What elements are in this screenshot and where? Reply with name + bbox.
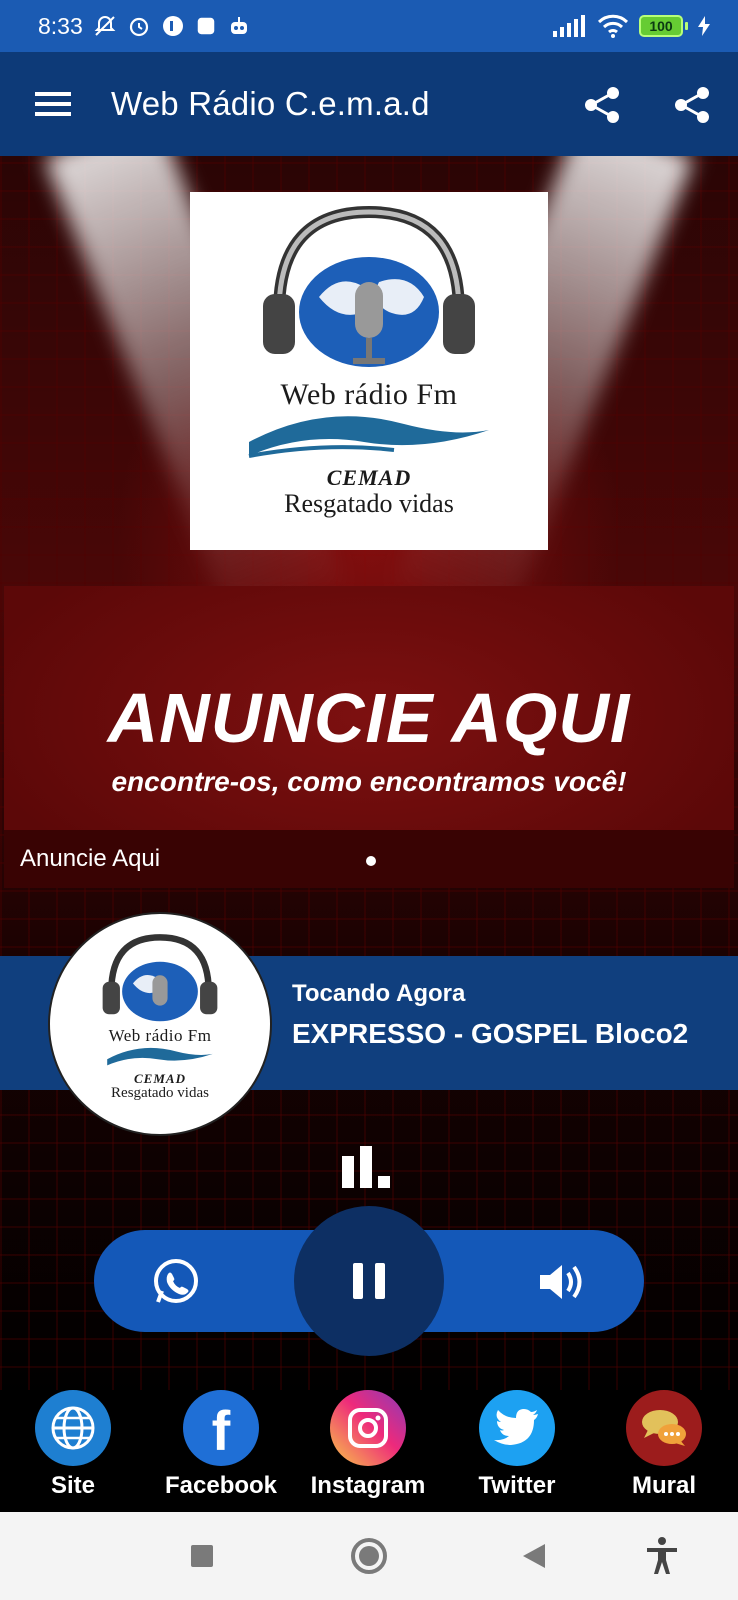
share-icon [675,87,709,123]
social-site[interactable]: Site [0,1390,148,1500]
wave-swoosh [248,416,489,458]
message-icon [197,17,215,35]
ad-headline: ANUNCIE AQUI [107,679,631,757]
social-facebook-label: Facebook [164,1472,278,1499]
social-instagram-label: Instagram [310,1472,426,1499]
share-icon [585,87,619,123]
globe-icon[interactable] [35,1390,111,1466]
hamburger-icon [35,92,71,116]
social-site-label: Site [50,1472,95,1499]
now-playing-label: Tocando Agora [292,980,466,1007]
now-playing-title: EXPRESSO - GOSPEL Bloco2 [292,1018,689,1049]
battery-icon: 100 [639,15,688,37]
app-notification-icon [162,16,183,36]
app-bar: Web Rádio C.e.m.a.d [0,52,738,156]
ad-banner[interactable]: ANUNCIE AQUI encontre-os, como encontram… [4,586,734,888]
ad-caption: Anuncie Aqui [20,845,161,872]
logo-line-3: Resgatado vidas [284,489,454,518]
equalizer-icon [342,1146,398,1188]
social-instagram[interactable]: Instagram [293,1390,443,1500]
logo-line-2: CEMAD [326,465,412,490]
alarm-icon [129,17,148,37]
pause-button[interactable] [294,1206,444,1356]
instagram-icon[interactable] [330,1390,406,1466]
headphones-globe-icon [263,205,475,367]
volume-icon [540,1265,582,1299]
whatsapp-button[interactable] [148,1254,204,1310]
menu-button[interactable] [33,84,73,124]
home-circle-icon [351,1538,387,1574]
chat-bubbles-icon[interactable] [626,1390,702,1466]
social-facebook[interactable]: f Facebook [146,1390,296,1500]
pause-icon [353,1263,385,1299]
ad-image[interactable]: ANUNCIE AQUI encontre-os, como encontram… [4,586,734,830]
notifications-muted-icon [94,15,116,36]
volume-button[interactable] [532,1254,588,1310]
wifi-icon [597,14,629,38]
twitter-icon[interactable] [479,1390,555,1466]
accessibility-icon [647,1537,677,1574]
share-button[interactable] [582,84,624,126]
signal-icon [553,15,585,37]
back-button[interactable] [512,1534,556,1578]
ad-caption-bar: Anuncie Aqui [4,830,734,888]
social-mural[interactable]: Mural [589,1390,738,1500]
app-title: Web Rádio C.e.m.a.d [111,85,430,122]
square-icon [191,1545,213,1567]
home-button[interactable] [347,1534,391,1578]
facebook-icon[interactable]: f [183,1390,259,1466]
recents-button[interactable] [180,1534,224,1578]
system-nav-bar [0,1512,738,1600]
accessibility-button[interactable] [640,1534,684,1578]
carousel-indicator[interactable] [366,856,376,866]
ad-subline: encontre-os, como encontramos você! [111,766,627,797]
social-twitter-label: Twitter [478,1472,556,1499]
station-logo: Web rádio Fm CEMAD Resgatado vidas [190,192,548,550]
social-links: Site f Facebook Instagram Twitter Mural [0,1390,738,1510]
social-mural-label: Mural [631,1472,696,1499]
charging-icon [698,16,710,36]
now-playing-artwork: Web rádio Fm CEMAD Resgatado vidas [48,912,272,1136]
status-time: 8:33 [38,12,83,39]
robot-icon [230,17,247,34]
artwork-line-3: Resgatado vidas [111,1085,209,1101]
whatsapp-icon [154,1259,198,1303]
back-triangle-icon [523,1544,545,1568]
logo-line-1: Web rádio Fm [280,378,458,411]
artwork-line-1: Web rádio Fm [108,1026,212,1045]
wave-swoosh [107,1047,213,1066]
headphones-globe-icon [102,934,218,1022]
share-app-button[interactable] [672,84,714,126]
battery-level: 100 [639,15,683,37]
status-bar: 8:33 100 [0,0,738,52]
social-twitter[interactable]: Twitter [442,1390,592,1500]
